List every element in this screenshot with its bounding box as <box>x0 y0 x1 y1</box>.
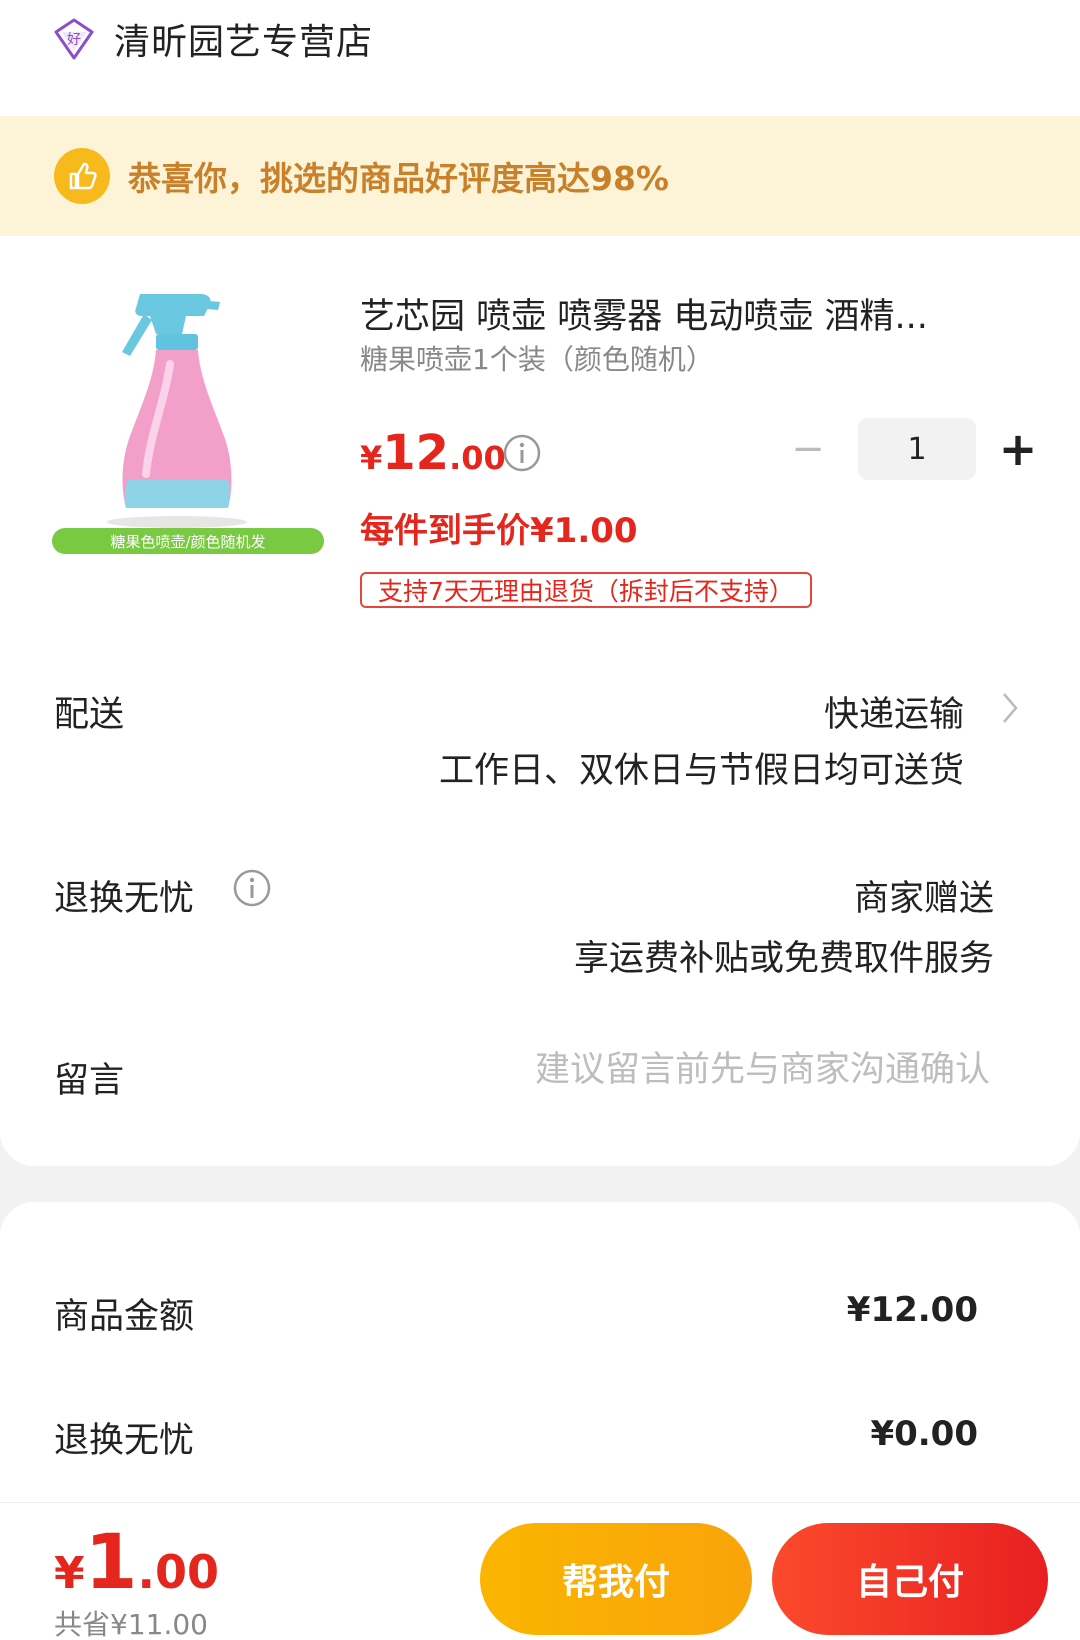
saved-amount: 共省¥11.00 <box>54 1608 208 1640</box>
returns-fee-value: ¥0.00 <box>870 1414 978 1454</box>
svg-text:好: 好 <box>67 32 81 48</box>
chevron-right-icon[interactable] <box>1000 690 1020 726</box>
price-decimal: .00 <box>449 439 506 477</box>
return-policy-tag: 支持7天无理由退货（拆封后不支持） <box>360 572 812 608</box>
order-card: 好 清昕园艺专营店 恭喜你，挑选的商品好评度高达98% 糖果色喷壶/颜色随机发 … <box>0 0 1080 1166</box>
returns-value: 商家赠送 <box>853 879 994 919</box>
rating-banner: 恭喜你，挑选的商品好评度高达98% <box>0 116 1080 236</box>
quantity-increase-button[interactable]: + <box>998 422 1038 476</box>
returns-label: 退换无忧 <box>54 879 195 919</box>
total-currency: ¥ <box>54 1548 85 1599</box>
help-pay-button[interactable]: 帮我付 <box>480 1523 752 1635</box>
delivery-detail: 工作日、双休日与节假日均可送货 <box>438 751 964 791</box>
total-integer: 1 <box>84 1517 138 1606</box>
total-decimal: .00 <box>137 1545 220 1599</box>
product-title[interactable]: 艺芯园 喷壶 喷雾器 电动喷壶 酒精... <box>360 288 980 339</box>
product-price: ¥ 12 .00 <box>360 425 506 485</box>
price-summary-card: 商品金额 ¥12.00 退换无忧 ¥0.00 <box>0 1202 1080 1502</box>
product-image[interactable]: 糖果色喷壶/颜色随机发 <box>52 284 324 554</box>
price-integer: 12 <box>382 425 450 481</box>
quantity-stepper: − 1 + <box>780 418 1038 480</box>
banner-text: 恭喜你，挑选的商品好评度高达98% <box>128 159 669 198</box>
product-image-caption: 糖果色喷壶/颜色随机发 <box>110 533 265 551</box>
store-name: 清昕园艺专营店 <box>114 22 374 63</box>
quantity-value[interactable]: 1 <box>858 418 976 480</box>
goods-amount-value: ¥12.00 <box>846 1290 978 1330</box>
price-currency: ¥ <box>360 439 383 477</box>
checkout-bar: ¥ 1 .00 共省¥11.00 帮我付 自己付 <box>0 1502 1080 1640</box>
message-label: 留言 <box>54 1061 125 1101</box>
price-info-icon[interactable] <box>502 433 542 473</box>
delivery-method[interactable]: 快递运输 <box>824 686 964 737</box>
self-pay-button[interactable]: 自己付 <box>772 1523 1048 1635</box>
returns-detail: 享运费补贴或免费取件服务 <box>573 939 994 979</box>
returns-info-icon[interactable] <box>232 868 272 908</box>
goods-amount-label: 商品金额 <box>54 1297 195 1337</box>
returns-fee-label: 退换无忧 <box>54 1421 195 1461</box>
message-input[interactable] <box>390 1050 990 1090</box>
diamond-good-icon: 好 <box>54 18 94 60</box>
thumbs-up-icon <box>54 148 110 204</box>
unit-final-price: 每件到手价¥1.00 <box>360 511 638 551</box>
quantity-decrease-button[interactable]: − <box>780 426 836 472</box>
store-header[interactable]: 好 清昕园艺专营店 <box>52 14 373 64</box>
product-spec[interactable]: 糖果喷壶1个装（颜色随机） <box>360 338 714 378</box>
delivery-label: 配送 <box>54 695 125 735</box>
return-policy-text: 支持7天无理由退货（拆封后不支持） <box>378 577 794 606</box>
total-price: ¥ 1 .00 <box>54 1517 219 1606</box>
